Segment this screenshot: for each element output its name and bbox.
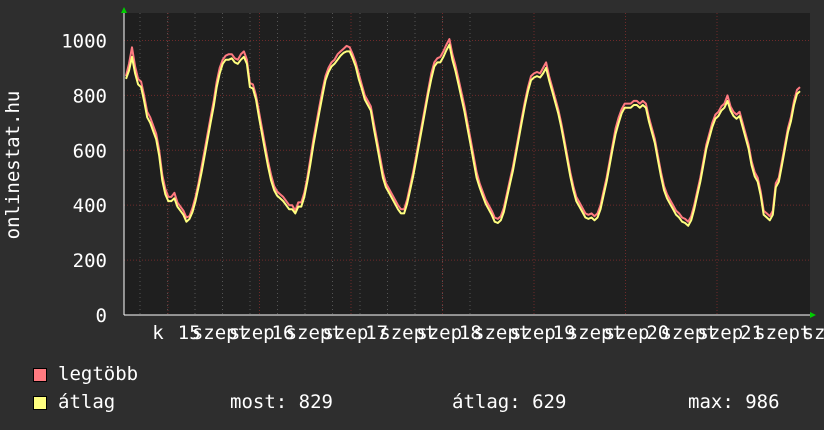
- x-tick-label: szep: [416, 322, 462, 344]
- y-tick-label: 0: [96, 305, 107, 327]
- y-tick-label: 600: [73, 140, 107, 162]
- x-tick-label: szep: [604, 322, 650, 344]
- x-tick-label: k: [152, 322, 164, 344]
- y-tick-label: 1000: [61, 30, 107, 52]
- x-tick-label: sz: [803, 322, 824, 344]
- y-tick-label: 200: [73, 250, 107, 272]
- y-tick-label: 400: [73, 195, 107, 217]
- x-axis-arrow: [810, 312, 816, 318]
- x-tick-label: szep: [229, 322, 275, 344]
- y-axis-label: onlinestat.hu: [2, 91, 24, 240]
- plot-area: [124, 13, 810, 315]
- y-axis-arrow: [121, 7, 127, 13]
- x-tick-labels: k 15szeptszep16szeptszep17szeptszep18szep…: [152, 322, 824, 344]
- y-tick-label: 800: [73, 85, 107, 107]
- x-tick-label: szep: [510, 322, 556, 344]
- line-chart: 0 200 400 600 800 1000 k 15szeptszep16szeptsze…: [2, 7, 824, 344]
- x-tick-label: szep: [323, 322, 369, 344]
- y-tick-labels: 0 200 400 600 800 1000: [61, 30, 107, 327]
- x-tick-label: szep: [697, 322, 743, 344]
